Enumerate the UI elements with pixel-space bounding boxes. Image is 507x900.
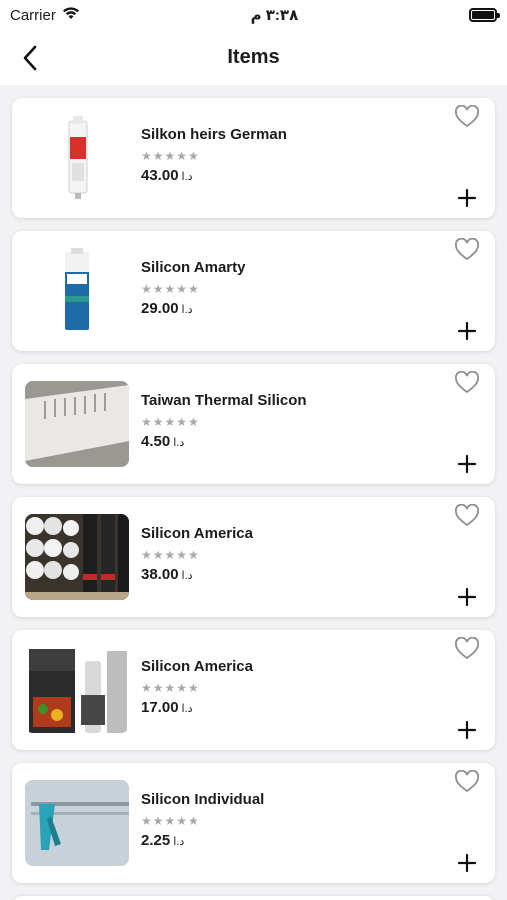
items-list: Silkon heirs German ★★★★★ 43.00 د.ا Sili… (0, 85, 507, 900)
product-image (25, 115, 129, 201)
price: 29.00 د.ا (141, 300, 245, 317)
item-card[interactable]: Silkon heirs German ★★★★★ 43.00 د.ا (12, 98, 495, 218)
rating-stars: ★★★★★ (141, 149, 200, 163)
product-image (25, 780, 129, 866)
favorite-button[interactable] (453, 237, 481, 263)
add-to-cart-button[interactable] (455, 452, 479, 476)
item-card[interactable]: Silicon Amarty ★★★★★ 29.00 د.ا (12, 231, 495, 351)
item-name: Silkon heirs German (141, 126, 287, 143)
plus-icon (457, 454, 477, 474)
product-image (25, 514, 129, 600)
item-card[interactable]: Silicon America ★★★★★ 38.00 د.ا (12, 497, 495, 617)
nav-bar: Items (0, 30, 507, 85)
plus-icon (457, 321, 477, 341)
carrier-label: Carrier (10, 6, 56, 24)
add-to-cart-button[interactable] (455, 718, 479, 742)
heart-icon (455, 105, 479, 128)
status-bar: Carrier ٣:٣٨ م (0, 0, 507, 30)
product-image (25, 381, 129, 467)
favorite-button[interactable] (453, 104, 481, 130)
item-name: Taiwan Thermal Silicon (141, 392, 307, 409)
item-card[interactable]: Taiwan Thermal Silicon ★★★★★ 4.50 د.ا (12, 364, 495, 484)
product-image (25, 248, 129, 334)
item-name: Silicon Amarty (141, 259, 246, 276)
price-value: 2.25 (141, 832, 171, 849)
rating-stars: ★★★★★ (141, 282, 200, 296)
add-to-cart-button[interactable] (455, 319, 479, 343)
favorite-button[interactable] (453, 769, 481, 795)
heart-icon (455, 637, 479, 660)
currency-label: د.ا (181, 703, 193, 715)
item-card-partial (12, 896, 495, 900)
currency-label: د.ا (173, 437, 185, 449)
back-button[interactable] (16, 42, 44, 74)
item-name: Silicon Individual (141, 791, 265, 808)
item-name: Silicon America (141, 525, 253, 542)
currency-label: د.ا (181, 304, 193, 316)
favorite-button[interactable] (453, 636, 481, 662)
price: 2.25 د.ا (141, 832, 264, 849)
rating-stars: ★★★★★ (141, 548, 200, 562)
price: 4.50 د.ا (141, 433, 307, 450)
battery-icon (468, 8, 500, 22)
item-card[interactable]: Silicon America ★★★★★ 17.00 د.ا (12, 630, 495, 750)
price-value: 29.00 (141, 300, 179, 317)
price-value: 43.00 (141, 167, 179, 184)
currency-label: د.ا (173, 836, 185, 848)
add-to-cart-button[interactable] (455, 585, 479, 609)
plus-icon (457, 720, 477, 740)
heart-icon (455, 770, 479, 793)
favorite-button[interactable] (453, 370, 481, 396)
heart-icon (455, 504, 479, 527)
status-left: Carrier (10, 6, 80, 24)
page-title: Items (227, 46, 280, 68)
currency-label: د.ا (181, 171, 193, 183)
add-to-cart-button[interactable] (455, 851, 479, 875)
add-to-cart-button[interactable] (455, 186, 479, 210)
heart-icon (455, 371, 479, 394)
rating-stars: ★★★★★ (141, 814, 200, 828)
wifi-icon (62, 6, 80, 24)
price: 43.00 د.ا (141, 167, 287, 184)
price-value: 4.50 (141, 433, 171, 450)
price: 17.00 د.ا (141, 699, 253, 716)
rating-stars: ★★★★★ (141, 681, 200, 695)
chevron-left-icon (23, 45, 37, 71)
favorite-button[interactable] (453, 503, 481, 529)
heart-icon (455, 238, 479, 261)
price-value: 17.00 (141, 699, 179, 716)
currency-label: د.ا (181, 570, 193, 582)
plus-icon (457, 188, 477, 208)
status-time: ٣:٣٨ م (250, 7, 299, 24)
product-image (25, 647, 129, 733)
price-value: 38.00 (141, 566, 179, 583)
price: 38.00 د.ا (141, 566, 253, 583)
plus-icon (457, 853, 477, 873)
rating-stars: ★★★★★ (141, 415, 200, 429)
item-name: Silicon America (141, 658, 253, 675)
item-card[interactable]: Silicon Individual ★★★★★ 2.25 د.ا (12, 763, 495, 883)
plus-icon (457, 587, 477, 607)
